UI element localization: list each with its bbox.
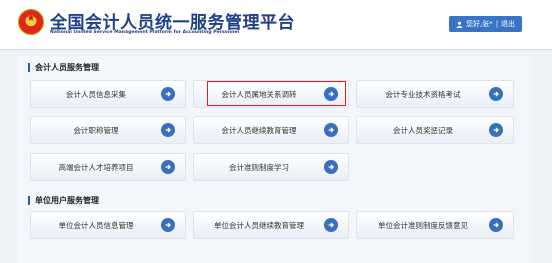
arrow-right-icon	[161, 123, 175, 137]
tile-qualification-exam[interactable]: 会计专业技术资格考试	[356, 80, 514, 108]
arrow-right-icon	[161, 87, 175, 101]
tile-label: 单位会计准则制度反馈意见	[378, 220, 468, 230]
tile-org-personnel-info[interactable]: 单位会计人员信息管理	[30, 211, 186, 239]
section-title-organization-services: 单位用户服务管理	[28, 196, 99, 205]
national-emblem-icon	[18, 9, 44, 35]
tile-label: 会计人员信息采集	[66, 89, 126, 99]
tile-org-standards-feedback[interactable]: 单位会计准则制度反馈意见	[356, 211, 514, 239]
tile-label: 会计准则制度学习	[229, 162, 289, 172]
header: 全国会计人员统一服务管理平台 National Unified Service …	[0, 0, 552, 50]
header-divider	[0, 49, 552, 50]
tile-label: 会计人员奖惩记录	[393, 125, 453, 135]
tile-standards-study[interactable]: 会计准则制度学习	[193, 153, 349, 181]
tile-rewards-records[interactable]: 会计人员奖惩记录	[356, 116, 514, 144]
arrow-right-icon	[324, 87, 338, 101]
tile-label: 高端会计人才培养项目	[58, 162, 134, 172]
tile-jurisdiction-transfer[interactable]: 会计人员属地关系调转	[193, 80, 349, 108]
arrow-right-icon	[324, 123, 338, 137]
user-icon	[456, 21, 463, 28]
arrow-right-icon	[489, 123, 503, 137]
arrow-right-icon	[161, 160, 175, 174]
arrow-right-icon	[489, 87, 503, 101]
logout-link[interactable]: 退出	[501, 16, 515, 32]
arrow-right-icon	[489, 218, 503, 232]
tile-info-collection[interactable]: 会计人员信息采集	[30, 80, 186, 108]
tile-org-continuing-education[interactable]: 单位会计人员继续教育管理	[193, 211, 349, 239]
tile-label: 会计人员属地关系调转	[221, 89, 297, 99]
arrow-right-icon	[324, 160, 338, 174]
tile-label: 单位会计人员继续教育管理	[214, 220, 304, 230]
tile-label: 会计人员继续教育管理	[221, 125, 297, 135]
separator: |	[495, 20, 499, 28]
user-greeting[interactable]: 您好,张*	[466, 16, 493, 32]
tile-label: 单位会计人员信息管理	[58, 220, 134, 230]
user-bar: 您好,张* | 退出	[449, 16, 522, 32]
tile-title-management[interactable]: 会计职称管理	[30, 116, 186, 144]
tile-label: 会计专业技术资格考试	[385, 89, 461, 99]
arrow-right-icon	[324, 218, 338, 232]
tile-talent-program[interactable]: 高端会计人才培养项目	[30, 153, 186, 181]
tile-continuing-education[interactable]: 会计人员继续教育管理	[193, 116, 349, 144]
arrow-right-icon	[161, 218, 175, 232]
site-subtitle: National Unified Service Management Plat…	[50, 30, 240, 35]
section-title-personnel-services: 会计人员服务管理	[28, 63, 99, 72]
tile-label: 会计职称管理	[73, 125, 119, 135]
